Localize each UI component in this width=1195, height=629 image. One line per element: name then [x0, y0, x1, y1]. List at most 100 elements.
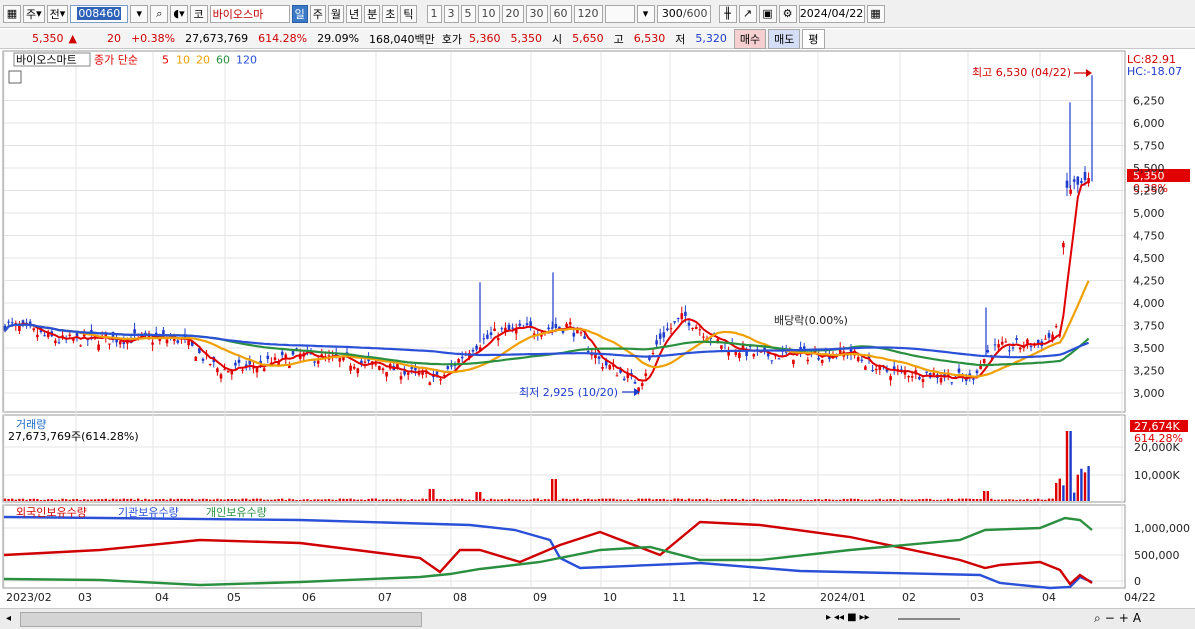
panel-menu-icon[interactable] — [8, 70, 22, 84]
rewind-icon[interactable]: ◂◂ — [834, 612, 844, 623]
interval-dropdown-icon[interactable]: ▾ — [636, 4, 655, 23]
candle-body — [241, 369, 244, 371]
candle-body — [565, 323, 568, 328]
period-tab-day[interactable]: 일 — [291, 4, 308, 23]
save-icon[interactable]: ▣ — [758, 4, 777, 23]
candle-body — [144, 332, 147, 334]
volume-bar — [569, 499, 572, 501]
volume-bar — [414, 499, 417, 501]
font-size-icon[interactable]: A — [1133, 611, 1141, 626]
chart-scrollbar[interactable]: ◂ ▸ ◂◂ ■ ▸▸ ⌕ − + A — [0, 608, 1195, 629]
price-tick-label: 4,000 — [1133, 297, 1165, 310]
interval-20[interactable]: 20 — [501, 4, 524, 23]
candle-body — [1054, 326, 1058, 328]
period-tab-month[interactable]: 월 — [327, 4, 345, 23]
candle-body — [374, 363, 378, 365]
volume-bar — [1080, 468, 1083, 501]
volume-bar — [165, 499, 169, 501]
buy-button[interactable]: 매수 — [733, 28, 767, 49]
volume-bar — [529, 499, 532, 501]
count-input[interactable]: 300/600 — [656, 4, 711, 23]
ma-60-label: 60 — [216, 54, 230, 67]
candle-body — [766, 353, 770, 357]
candle-body — [1018, 347, 1022, 350]
hc-label: HC:-18.07 — [1127, 65, 1182, 78]
volume-bar — [108, 499, 111, 501]
candle-icon[interactable]: ╫ — [718, 4, 737, 23]
interval-1[interactable]: 1 — [426, 4, 442, 23]
stock-name-field[interactable]: 바이오스마 — [209, 4, 290, 23]
candle-body — [864, 366, 867, 370]
volume-bar — [133, 499, 136, 501]
candle-body — [698, 329, 702, 331]
interval-custom-input[interactable] — [604, 4, 635, 23]
calendar-icon[interactable]: ▦ — [866, 4, 885, 23]
period-tab-tick[interactable]: 틱 — [400, 4, 417, 23]
candle-body — [687, 322, 691, 326]
interval-60[interactable]: 60 — [549, 4, 572, 23]
period-tab-second[interactable]: 초 — [382, 4, 399, 23]
volume-bar — [536, 498, 539, 501]
stop-icon[interactable]: ■ — [847, 612, 856, 623]
volume-bar — [50, 499, 53, 501]
volume-bar — [839, 499, 842, 501]
volume-bar — [511, 499, 514, 501]
zoom-plus-icon[interactable]: + — [1119, 611, 1129, 626]
volume-bar — [234, 499, 237, 501]
sound-toggle[interactable]: ◖▾ — [170, 4, 188, 23]
period-tab-week[interactable]: 주 — [309, 4, 326, 23]
search-icon[interactable]: ⌕ — [150, 4, 169, 23]
volume-bar — [255, 498, 259, 501]
zoom-minus-icon[interactable]: − — [1105, 611, 1115, 626]
price-tick-label: 5,750 — [1133, 140, 1165, 153]
volume-bar — [741, 498, 745, 501]
sell-button[interactable]: 매도 — [768, 28, 801, 49]
volume-bar — [381, 499, 385, 501]
market-select[interactable]: 주 ▾ — [23, 4, 45, 23]
chart-settings-icon[interactable]: ▦ — [3, 4, 21, 23]
zoom-out-search-icon[interactable]: ⌕ — [1094, 611, 1101, 626]
price-tick-label: 5,500 — [1133, 162, 1165, 175]
volume-bar — [392, 499, 395, 501]
gear-icon[interactable]: ⚙ — [778, 4, 797, 23]
stock-chart[interactable]: 바이오스마트 종가 단순 5 10 20 60 120 LC:82.91 HC:… — [0, 50, 1195, 609]
code-dropdown-icon[interactable]: ▾ — [130, 4, 149, 23]
scroll-left-icon[interactable]: ◂ — [6, 613, 11, 624]
candle-body — [489, 332, 493, 336]
period-tab-year[interactable]: 년 — [346, 4, 363, 23]
eval-button[interactable]: 평 — [802, 28, 825, 49]
stock-code-input[interactable]: 008460 — [70, 4, 129, 23]
period-tab-minute[interactable]: 분 — [364, 4, 381, 23]
interval-3[interactable]: 3 — [443, 4, 459, 23]
price-change-pct: +0.38% — [130, 32, 176, 45]
volume-bar — [61, 498, 64, 501]
date-input[interactable]: 2024/04/22 — [798, 4, 865, 23]
candle-body — [266, 355, 270, 359]
draw-line-icon[interactable]: ↗ — [738, 4, 757, 23]
volume-bar — [169, 498, 172, 501]
volume-bar — [1065, 431, 1069, 501]
volume-bar — [997, 499, 1000, 501]
volume-bar — [673, 498, 676, 501]
volume-bar — [986, 491, 989, 501]
volume-bar — [525, 499, 529, 501]
compare-select[interactable]: 전 ▾ — [46, 4, 69, 23]
scroll-thumb[interactable] — [20, 612, 422, 627]
volume-bar — [720, 499, 723, 501]
candle-body — [1000, 341, 1004, 345]
candle-body — [356, 368, 360, 374]
candle-body — [529, 321, 532, 327]
toolbar: ▦ 주 ▾ 전 ▾ 008460 ▾ ⌕ ◖▾ 코 바이오스마 일 주 월 년 분 … — [0, 0, 1195, 28]
zoom-slider[interactable] — [898, 618, 960, 620]
scroll-right-icon[interactable]: ▸ — [826, 612, 831, 623]
volume-bar — [731, 498, 734, 501]
volume-bar — [198, 499, 201, 501]
interval-120[interactable]: 120 — [573, 4, 603, 23]
holding-tick-label: 1,000,000 — [1134, 522, 1190, 535]
interval-30[interactable]: 30 — [525, 4, 548, 23]
forward-icon[interactable]: ▸▸ — [860, 612, 870, 623]
volume-bar — [889, 498, 892, 501]
interval-5[interactable]: 5 — [460, 4, 476, 23]
volume-bar — [709, 499, 712, 501]
interval-10[interactable]: 10 — [477, 4, 500, 23]
